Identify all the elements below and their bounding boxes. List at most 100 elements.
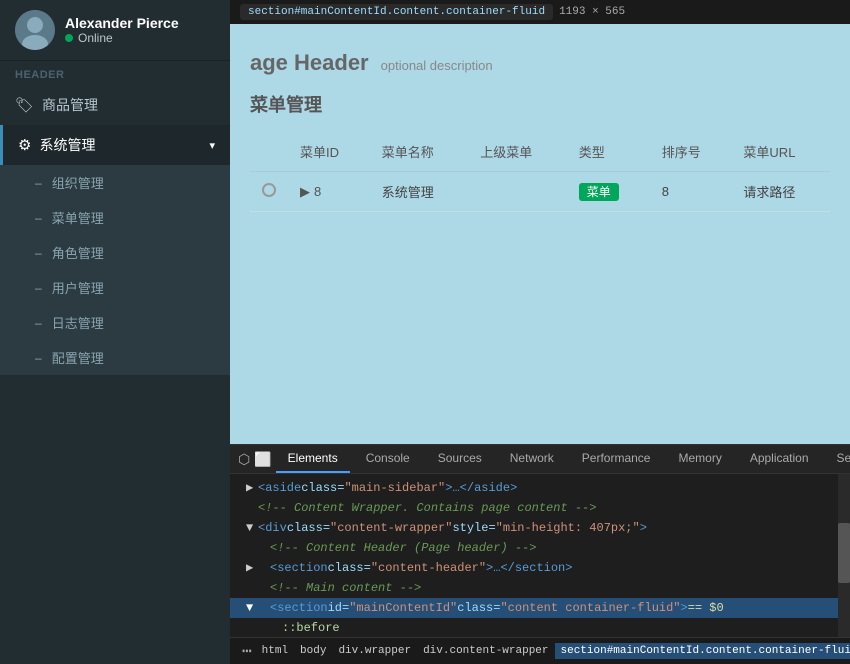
sidebar-header: Alexander Pierce Online (0, 0, 230, 61)
submenu-item-user[interactable]: 用户管理 (0, 270, 230, 305)
page-header: age Header (250, 50, 369, 76)
sidebar-section-header: HEADER (0, 61, 230, 85)
element-dimensions: 1193 × 565 (559, 6, 625, 18)
tab-elements[interactable]: Elements (276, 445, 350, 473)
col-select (250, 132, 288, 172)
breadcrumb-wrapper[interactable]: div.wrapper (332, 643, 417, 659)
submenu-item-org[interactable]: 组织管理 (0, 165, 230, 200)
dom-line-comment1[interactable]: <!-- Content Wrapper. Contains page cont… (230, 498, 850, 518)
user-status: Online (65, 31, 179, 45)
dom-line[interactable]: ▶ <aside class="main-sidebar" >…</aside> (230, 478, 850, 498)
tab-performance[interactable]: Performance (570, 445, 663, 473)
goods-icon: 🏷 (15, 96, 34, 114)
more-icon[interactable]: ⋯ (238, 641, 256, 661)
dom-tree[interactable]: ▶ <aside class="main-sidebar" >…</aside>… (230, 474, 850, 637)
tab-memory[interactable]: Memory (666, 445, 733, 473)
dom-line-selected-section[interactable]: ▼ <section id="mainContentId" class="con… (230, 598, 850, 618)
page-content: age Header optional description 菜单管理 菜单I… (230, 0, 850, 232)
user-label: 用户管理 (52, 278, 104, 297)
col-sort: 排序号 (650, 132, 732, 172)
page-subtitle: optional description (381, 58, 493, 73)
inspector-bar: section#mainContentId.content.container-… (230, 0, 850, 24)
selected-element: section#mainContentId.content.container-… (240, 4, 553, 20)
row-type: 菜单 (567, 172, 650, 212)
content-box: 菜单管理 菜单ID 菜单名称 上级菜单 类型 排序号 菜单URL (250, 91, 830, 212)
row-id: ▶ 8 (288, 172, 370, 212)
avatar (15, 10, 55, 50)
section-title: 菜单管理 (250, 91, 830, 117)
inspect-icon[interactable]: ⬜ (254, 447, 271, 471)
dom-line-comment2[interactable]: <!-- Content Header (Page header) --> (230, 538, 850, 558)
radio-button[interactable] (262, 183, 276, 197)
row-parent (468, 172, 567, 212)
sidebar-nav: HEADER 🏷 商品管理 ⚙ 系统管理 ▾ 组织管理 (0, 61, 230, 664)
row-sort: 8 (650, 172, 732, 212)
tab-console[interactable]: Console (354, 445, 422, 473)
tab-application[interactable]: Application (738, 445, 821, 473)
submenu-item-menu[interactable]: 菜单管理 (0, 200, 230, 235)
row-radio[interactable] (250, 172, 288, 212)
table-row[interactable]: ▶ 8 系统管理 菜单 8 请求路径 (250, 172, 830, 212)
submenu-item-role[interactable]: 角色管理 (0, 235, 230, 270)
breadcrumb-content-wrapper[interactable]: div.content-wrapper (417, 643, 554, 659)
status-dot (65, 34, 73, 42)
row-name: 系统管理 (370, 172, 469, 212)
dom-line-comment3[interactable]: <!-- Main content --> (230, 578, 850, 598)
role-label: 角色管理 (52, 243, 104, 262)
submenu-item-log[interactable]: 日志管理 (0, 305, 230, 340)
col-menu-name: 菜单名称 (370, 132, 469, 172)
status-label: Online (78, 31, 113, 45)
dom-line-before[interactable]: ::before (230, 618, 850, 637)
system-label: 系统管理 (39, 135, 201, 155)
menu-label: 菜单管理 (52, 208, 104, 227)
breadcrumb-bar: ⋯ html body div.wrapper div.content-wrap… (230, 637, 850, 664)
menu-table: 菜单ID 菜单名称 上级菜单 类型 排序号 菜单URL (250, 132, 830, 212)
tab-sources[interactable]: Sources (426, 445, 494, 473)
devtools-content: ▶ <aside class="main-sidebar" >…</aside>… (230, 474, 850, 664)
submenu-item-config[interactable]: 配置管理 (0, 340, 230, 375)
dom-line-div[interactable]: ▼ <div class="content-wrapper" style="mi… (230, 518, 850, 538)
system-icon: ⚙ (18, 136, 31, 154)
expand-button[interactable]: ▶ 8 (300, 184, 321, 200)
dom-line-section-header[interactable]: ▶ <section class="content-header" >…</se… (230, 558, 850, 578)
sidebar: Alexander Pierce Online HEADER 🏷 商品管理 ⚙ (0, 0, 230, 664)
cursor-icon[interactable]: ⬡ (238, 447, 250, 471)
avatar-image (15, 10, 55, 50)
col-type: 类型 (567, 132, 650, 172)
comment-page-header: <!-- Content Header (Page header) --> (270, 539, 536, 557)
col-url: 菜单URL (731, 132, 830, 172)
app-container: Alexander Pierce Online HEADER 🏷 商品管理 ⚙ (0, 0, 850, 664)
col-menu-id: 菜单ID (288, 132, 370, 172)
pseudo-before: ::before (282, 619, 340, 637)
scrollbar[interactable] (838, 474, 850, 637)
config-label: 配置管理 (52, 348, 104, 367)
triangle-icon: ▶ (246, 479, 258, 497)
tag-aside: <aside (258, 479, 301, 497)
tab-network[interactable]: Network (498, 445, 566, 473)
row-id-value: 8 (314, 184, 321, 199)
scrollbar-thumb[interactable] (838, 523, 850, 583)
col-parent-menu: 上级菜单 (468, 132, 567, 172)
system-submenu: 组织管理 菜单管理 角色管理 用户管理 日志管理 配置管理 (0, 165, 230, 375)
goods-label: 商品管理 (42, 95, 215, 115)
sidebar-item-goods[interactable]: 🏷 商品管理 (0, 85, 230, 125)
type-badge: 菜单 (579, 183, 619, 201)
user-info: Alexander Pierce Online (65, 15, 179, 45)
content-area: section#mainContentId.content.container-… (230, 0, 850, 664)
chevron-down-icon: ▾ (209, 139, 215, 152)
row-url: 请求路径 (731, 172, 830, 212)
comment-main: <!-- Main content --> (270, 579, 421, 597)
comment-content-wrapper: <!-- Content Wrapper. Contains page cont… (258, 499, 596, 517)
breadcrumb-body[interactable]: body (294, 643, 332, 659)
org-label: 组织管理 (52, 173, 104, 192)
breadcrumb-main-section[interactable]: section#mainContentId.content.container-… (555, 643, 850, 659)
breadcrumb-html[interactable]: html (256, 643, 294, 659)
log-label: 日志管理 (52, 313, 104, 332)
expand-icon: ▶ (300, 184, 310, 200)
devtools-panel: ⬡ ⬜ Elements Console Sources Network Per… (230, 444, 850, 664)
tab-security[interactable]: Security (825, 445, 850, 473)
user-name: Alexander Pierce (65, 15, 179, 31)
sidebar-item-system[interactable]: ⚙ 系统管理 ▾ (0, 125, 230, 165)
devtools-toolbar: ⬡ ⬜ Elements Console Sources Network Per… (230, 445, 850, 474)
main-area: Alexander Pierce Online HEADER 🏷 商品管理 ⚙ (0, 0, 850, 664)
